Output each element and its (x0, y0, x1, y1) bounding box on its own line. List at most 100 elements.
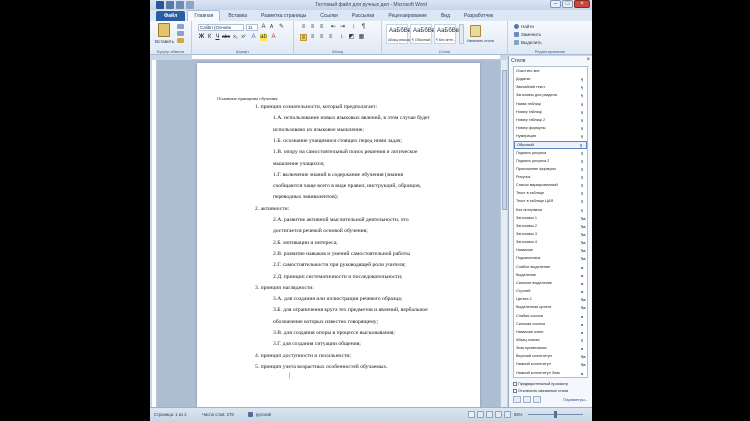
style-list-item[interactable]: Номер формулы ¶ (514, 125, 587, 132)
full-screen-icon[interactable] (477, 411, 484, 418)
proofing-icon[interactable] (248, 412, 253, 417)
show-marks-icon[interactable]: ¶ (360, 24, 367, 31)
style-list-item[interactable]: Название книги a (514, 329, 587, 336)
style-list-item[interactable]: Знак примечания a (514, 345, 587, 352)
tab-view[interactable]: Вид (435, 11, 456, 21)
paste-button[interactable]: Вставить (155, 39, 174, 44)
align-left-icon[interactable]: ≡ (300, 34, 307, 41)
sort-icon[interactable]: ↕ (350, 24, 357, 31)
maximize-button[interactable]: □ (562, 0, 573, 8)
manage-styles-icon[interactable] (533, 396, 541, 403)
style-list-item[interactable]: Назва таблиці ¶ (514, 101, 587, 108)
strikethrough-icon[interactable]: abc (222, 34, 230, 41)
print-layout-icon[interactable] (468, 411, 475, 418)
tab-home[interactable]: Главная (187, 10, 221, 21)
word-count[interactable]: Число слов: 278 (202, 412, 234, 417)
change-styles-button[interactable]: Изменить стили (467, 39, 494, 43)
paste-icon[interactable] (158, 23, 170, 37)
shrink-font-icon[interactable]: A (268, 24, 275, 31)
options-link[interactable]: Параметры... (563, 397, 588, 402)
shading-icon[interactable]: ◩ (348, 34, 355, 41)
text-effects-icon[interactable]: A (250, 34, 257, 41)
draft-icon[interactable] (504, 411, 511, 418)
preview-checkbox[interactable] (513, 382, 517, 386)
numbering-icon[interactable]: ≡ (309, 24, 316, 31)
document-page[interactable]: Основные принципы обучения 1. принцип со… (197, 63, 480, 407)
align-center-icon[interactable]: ≡ (309, 34, 316, 41)
minimize-button[interactable]: – (550, 0, 561, 8)
style-list-item[interactable]: Заголовок 2 ¶a (514, 223, 587, 230)
language[interactable]: русский (256, 412, 271, 417)
style-list-item[interactable]: Список маркированный ¶ (514, 182, 587, 189)
style-list-item[interactable]: Слабая ссылка a (514, 313, 587, 320)
format-painter-icon[interactable] (177, 38, 184, 43)
font-size-select[interactable]: 11 (246, 24, 258, 31)
tab-mailings[interactable]: Рассылки (346, 11, 380, 21)
tab-references[interactable]: Ссылки (314, 11, 344, 21)
scrollbar-thumb[interactable] (502, 70, 507, 210)
style-list-item[interactable]: Подпись рисунка ¶ (514, 150, 587, 157)
outline-icon[interactable] (495, 411, 502, 418)
style-list-item[interactable]: Нумерация ¶ (514, 133, 587, 140)
close-icon[interactable]: × (586, 57, 590, 63)
style-list-item[interactable]: Додатки ¶ (514, 76, 587, 83)
vertical-scrollbar[interactable] (500, 60, 507, 407)
highlight-icon[interactable]: ab (260, 34, 267, 41)
zoom-slider-knob[interactable] (554, 411, 557, 418)
style-list-item[interactable]: Цитата 2 ¶a (514, 296, 587, 303)
style-list-item[interactable]: Сильное выделение a (514, 280, 587, 287)
align-right-icon[interactable]: ≡ (318, 34, 325, 41)
style-list-item[interactable]: Подзаголовок ¶a (514, 255, 587, 262)
style-list-item[interactable]: Обычный ¶ (514, 141, 587, 149)
styles-scroll[interactable] (459, 24, 464, 44)
find-button[interactable]: Найти (521, 24, 534, 29)
disable-linked-row[interactable]: Отключить связанные стили (513, 389, 568, 393)
style-list-item[interactable]: Выделение a (514, 272, 587, 279)
style-list-item[interactable]: Строгий a (514, 288, 587, 295)
cut-icon[interactable] (177, 24, 184, 29)
style-list-item[interactable]: Без интервала ¶ (514, 207, 587, 214)
preview-checkbox-row[interactable]: Предварительный просмотр (513, 382, 568, 386)
style-list-item[interactable]: Нижний колонтитул ¶a (514, 361, 587, 368)
tab-page-layout[interactable]: Разметка страницы (255, 11, 312, 21)
line-spacing-icon[interactable]: ↕ (338, 34, 345, 41)
style-list-item[interactable]: Текст в таблице ¶ (514, 190, 587, 197)
style-list-item[interactable]: Нижний колонтитул Знак a (514, 370, 587, 377)
style-no-spacing[interactable]: АаБбВвГг ¶ Без инте... (434, 24, 464, 44)
disable-linked-checkbox[interactable] (513, 389, 517, 393)
italic-icon[interactable]: К (206, 34, 213, 41)
change-styles-icon[interactable] (470, 25, 481, 37)
tab-insert[interactable]: Вставка (222, 11, 253, 21)
style-list-item[interactable]: Слабое выделение a (514, 264, 587, 271)
new-style-icon[interactable] (513, 396, 521, 403)
font-color-icon[interactable]: A (270, 34, 277, 41)
tab-review[interactable]: Рецензирование (382, 11, 433, 21)
copy-icon[interactable] (177, 31, 184, 36)
style-list-item[interactable]: Номер таблиці 2 ¶ (514, 117, 587, 124)
style-list-item[interactable]: Абзац списка ¶ (514, 337, 587, 344)
decrease-indent-icon[interactable]: ⇤ (330, 24, 337, 31)
close-button[interactable]: × (574, 0, 590, 8)
justify-icon[interactable]: ≡ (327, 34, 334, 41)
page-count[interactable]: Страница: 1 из 2 (154, 412, 187, 417)
style-normal[interactable]: АаБбВвГг ¶ Обычный (410, 24, 440, 44)
increase-indent-icon[interactable]: ⇥ (339, 24, 346, 31)
underline-icon[interactable]: Ч (214, 34, 221, 41)
font-name-select[interactable]: Calibri (Основн (198, 24, 244, 31)
style-list-item[interactable]: Звичайний текст ¶ (514, 84, 587, 91)
style-list-item[interactable]: Текст в таблице ЦАЯ ¶ (514, 198, 587, 205)
style-list-item[interactable]: Выделенная цитата ¶a (514, 304, 587, 311)
style-list-item[interactable]: Номер таблиці ¶ (514, 109, 587, 116)
bullets-icon[interactable]: ≡ (300, 24, 307, 31)
zoom-level[interactable]: 85% (514, 412, 522, 417)
web-layout-icon[interactable] (486, 411, 493, 418)
style-list-item[interactable]: Подпись рисунка 2 ¶ (514, 158, 587, 165)
style-list-item[interactable]: Заголовок 4 ¶a (514, 239, 587, 246)
grow-font-icon[interactable]: A (260, 24, 267, 31)
style-list-item[interactable]: Заголовок 3 ¶a (514, 231, 587, 238)
style-list-item[interactable]: Заголовок 1 ¶a (514, 215, 587, 222)
style-list-item[interactable]: Рисунок ¶ (514, 174, 587, 181)
subscript-icon[interactable]: x₂ (232, 34, 239, 41)
style-inspector-icon[interactable] (523, 396, 531, 403)
borders-icon[interactable]: ▦ (358, 34, 365, 41)
